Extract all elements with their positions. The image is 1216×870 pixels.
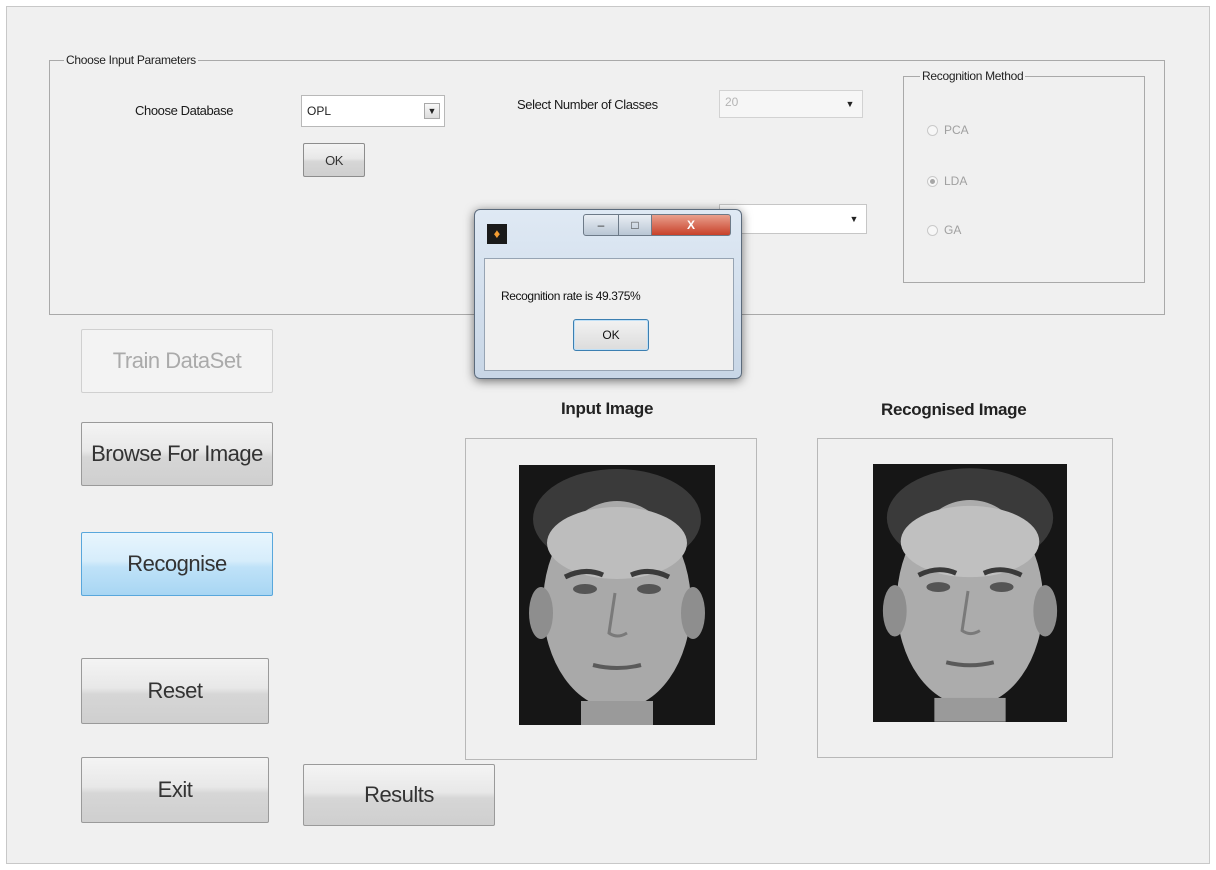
input-image-panel [465,438,757,760]
recognition-rate-message: Recognition rate is 49.375% [501,289,641,303]
train-dataset-button[interactable]: Train DataSet [81,329,273,393]
method-option-label: GA [944,223,962,237]
classes-label: Select Number of Classes [517,97,658,112]
classes-dropdown-arrow-icon[interactable]: ▼ [842,96,858,112]
input-face-photo [519,465,715,725]
input-parameters-legend: Choose Input Parameters [66,53,196,67]
input-face-image [519,465,715,725]
browse-image-button[interactable]: Browse For Image [81,422,273,486]
method-option-pca[interactable]: PCA [927,123,969,137]
ga-radio-icon[interactable] [927,224,938,236]
reset-button[interactable]: Reset [81,658,269,724]
database-dropdown-arrow-icon[interactable]: ▼ [424,103,440,119]
method-option-lda[interactable]: LDA [927,174,967,188]
input-image-title: Input Image [561,399,654,418]
results-button[interactable]: Results [303,764,495,826]
recognition-rate-dialog: ♦ – □ X Recognition rate is 49.375% OK [474,209,742,379]
method-option-ga[interactable]: GA [927,223,961,237]
maximize-icon[interactable]: □ [618,214,652,236]
close-icon[interactable]: X [651,214,731,236]
recognised-face-image [873,464,1067,722]
classes-select[interactable]: 20 ▼ [719,90,863,118]
recognise-button[interactable]: Recognise [81,532,273,596]
recognised-image-title: Recognised Image [881,400,1027,419]
method-option-label: PCA [944,123,969,137]
minimize-icon[interactable]: – [583,214,619,236]
recognised-image-panel [817,438,1113,758]
pca-radio-icon[interactable] [927,124,938,136]
database-ok-button[interactable]: OK [303,143,365,177]
database-select[interactable]: OPL ▼ [301,95,445,127]
matlab-app-icon: ♦ [487,224,507,244]
classes-select-value: 20 [725,95,739,109]
recognition-method-legend: Recognition Method [922,69,1024,83]
exit-button[interactable]: Exit [81,757,269,823]
lda-radio-icon[interactable] [927,175,938,187]
dialog-ok-button[interactable]: OK [573,319,649,351]
dialog-body: Recognition rate is 49.375% OK [484,258,734,371]
recognised-face-photo [873,464,1067,722]
secondary-dropdown-arrow-icon[interactable]: ▼ [846,211,862,227]
database-label: Choose Database [135,103,234,118]
main-window: Choose Input Parameters Choose Database … [6,6,1210,864]
method-option-label: LDA [944,174,968,188]
database-select-value: OPL [307,104,332,118]
